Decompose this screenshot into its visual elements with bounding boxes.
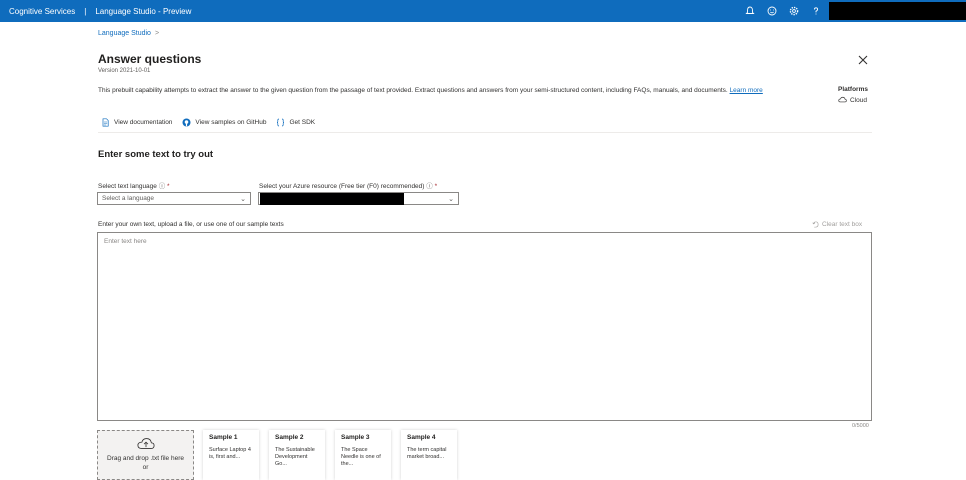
sample-card-3[interactable]: Sample 3 The Space Needle is one of the.… (335, 430, 391, 480)
sample-card-2[interactable]: Sample 2 The Sustainable Development Go.… (269, 430, 325, 480)
info-icon[interactable]: ⓘ (159, 183, 166, 190)
get-sdk-link[interactable]: Get SDK (276, 118, 315, 127)
platforms-panel: Platforms Cloud (838, 86, 868, 105)
sample-title: Sample 4 (407, 434, 436, 441)
view-documentation-label: View documentation (114, 119, 173, 126)
platform-value: Cloud (850, 97, 867, 104)
top-bar: Cognitive Services | Language Studio - P… (0, 0, 966, 22)
help-icon[interactable] (811, 6, 821, 16)
settings-icon[interactable] (789, 6, 799, 16)
character-counter: 0/5000 (852, 423, 869, 429)
cloud-upload-icon (98, 437, 193, 452)
upload-or: or (142, 464, 149, 471)
language-label: Select text language (98, 183, 157, 190)
github-icon (182, 118, 191, 127)
divider (98, 132, 872, 133)
sample-title: Sample 1 (209, 434, 238, 441)
input-instructions: Enter your own text, upload a file, or u… (98, 221, 284, 228)
page-title: Answer questions (98, 52, 202, 66)
close-icon[interactable] (857, 53, 869, 65)
upload-drop-zone[interactable]: Drag and drop .txt file here or (97, 430, 194, 480)
chevron-down-icon: ⌄ (448, 196, 454, 203)
chevron-right-icon: > (154, 30, 160, 37)
notification-icon[interactable] (745, 6, 755, 16)
resource-label-row: Select your Azure resource (Free tier (F… (259, 180, 437, 190)
sample-text: The Space Needle is one of the... (341, 447, 381, 467)
learn-more-link[interactable]: Learn more (730, 87, 763, 94)
version-label: Version 2021-10-01 (98, 68, 151, 74)
sample-title: Sample 3 (341, 434, 370, 441)
sample-card-4[interactable]: Sample 4 The term capital market broad..… (401, 430, 457, 480)
text-input-area[interactable]: Enter text here (97, 232, 872, 421)
sample-text: The term capital market broad... (407, 447, 447, 460)
platforms-label: Platforms (838, 86, 868, 93)
upload-text: Drag and drop .txt file here (107, 455, 184, 462)
document-icon (102, 118, 109, 127)
topbar-separator: | (84, 6, 87, 16)
studio-title[interactable]: Language Studio - Preview (95, 7, 191, 16)
description: This prebuilt capability attempts to ext… (98, 86, 778, 96)
required-marker: * (167, 183, 170, 190)
language-dropdown-value: Select a language (102, 195, 155, 202)
resource-links: View documentation View samples on GitHu… (101, 118, 315, 127)
view-github-samples-link[interactable]: View samples on GitHub (182, 118, 266, 127)
clear-text-button[interactable]: Clear text box (812, 221, 862, 228)
required-marker: * (434, 183, 438, 190)
resource-label: Select your Azure resource (Free tier (F… (259, 183, 425, 190)
redacted-account (829, 2, 966, 20)
language-dropdown[interactable]: Select a language ⌄ (97, 192, 251, 205)
view-github-label: View samples on GitHub (195, 119, 267, 126)
text-input-placeholder: Enter text here (104, 238, 147, 245)
sample-title: Sample 2 (275, 434, 304, 441)
clear-text-label: Clear text box (822, 221, 863, 228)
undo-icon (812, 221, 819, 228)
view-documentation-link[interactable]: View documentation (101, 118, 172, 127)
language-label-row: Select text language ⓘ * (98, 180, 170, 190)
section-title: Enter some text to try out (98, 149, 214, 160)
feedback-icon[interactable] (767, 6, 777, 16)
sample-text: Surface Laptop 4 is, first and... (209, 447, 251, 460)
sample-text: The Sustainable Development Go... (275, 447, 315, 467)
info-icon[interactable]: ⓘ (426, 183, 433, 190)
description-text: This prebuilt capability attempts to ext… (98, 87, 728, 94)
breadcrumb: Language Studio > (98, 30, 159, 37)
chevron-down-icon: ⌄ (240, 196, 246, 203)
redacted-resource (260, 193, 404, 205)
breadcrumb-language-studio[interactable]: Language Studio (98, 30, 151, 37)
cloud-icon (838, 96, 847, 105)
get-sdk-label: Get SDK (289, 119, 316, 126)
braces-icon (277, 118, 285, 127)
sample-card-1[interactable]: Sample 1 Surface Laptop 4 is, first and.… (203, 430, 259, 480)
brand-link[interactable]: Cognitive Services (9, 7, 75, 16)
